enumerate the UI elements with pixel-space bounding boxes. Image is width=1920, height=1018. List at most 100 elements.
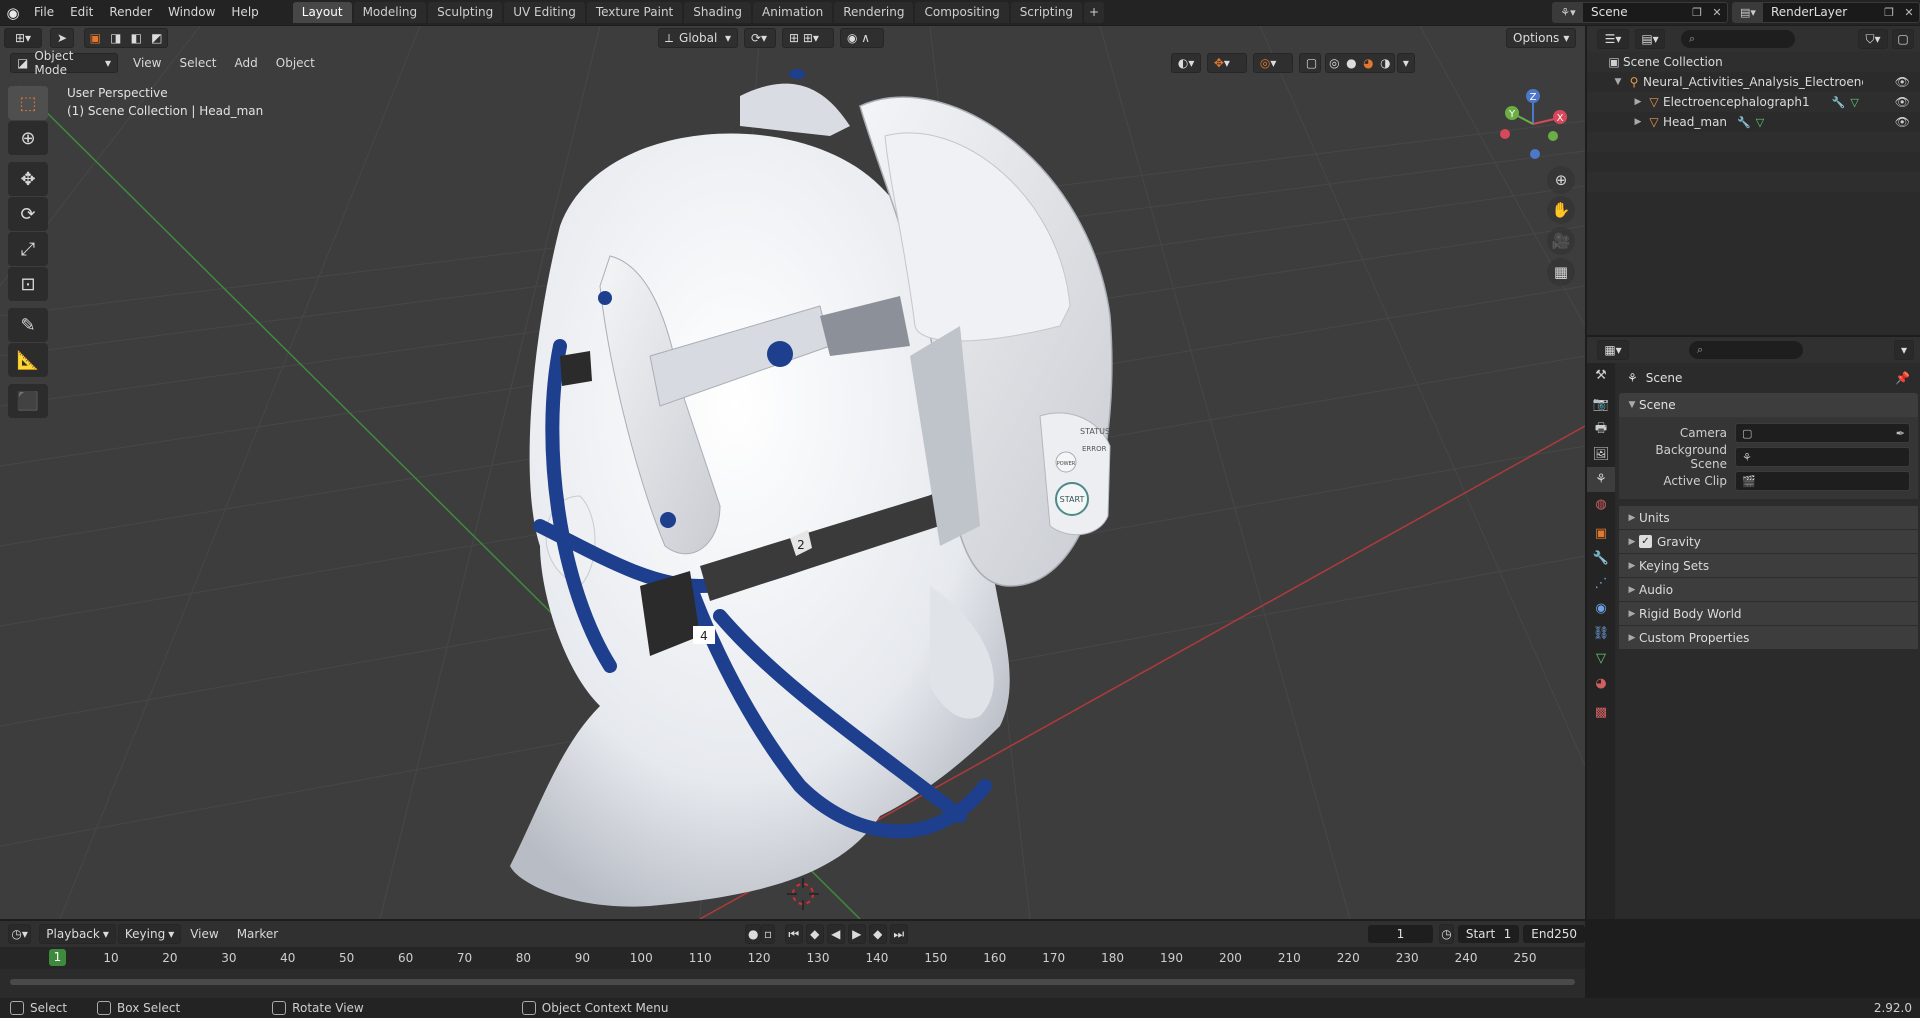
texture-tab-icon[interactable]: ▩ — [1587, 700, 1615, 725]
scene-selector[interactable]: ⚘▾ Scene ❐ ✕ — [1552, 2, 1728, 23]
tab-modeling[interactable]: Modeling — [353, 2, 427, 23]
camera-field[interactable]: ▢ ✒ — [1735, 423, 1910, 443]
gravity-checkbox[interactable]: ✓ — [1639, 535, 1652, 548]
outliner-row-electroencephalograph1[interactable]: ▶ ▽ Electroencephalograph1 🔧 ▽ 👁 — [1587, 92, 1920, 112]
filter-button[interactable]: ⛉▾ — [1858, 29, 1888, 49]
properties-editor-type[interactable]: ▦▾ — [1597, 340, 1629, 360]
navigation-gizmo[interactable]: Z X Y — [1498, 86, 1568, 160]
mesh-data-icon[interactable]: ▽ — [1756, 116, 1764, 129]
tab-animation[interactable]: Animation — [753, 2, 833, 23]
visibility-eye-icon[interactable]: 👁 — [1895, 115, 1910, 129]
pan-hand-icon[interactable]: ✋ — [1547, 196, 1575, 224]
cursor-tool-icon[interactable]: ⊕ — [8, 121, 48, 155]
jump-end-icon[interactable]: ⏭ — [889, 924, 908, 944]
solid-shading-icon[interactable]: ● — [1346, 56, 1356, 70]
snap-button[interactable]: ⊞ ⊞▾ — [782, 28, 834, 48]
end-frame-field[interactable]: End 250 — [1523, 925, 1585, 943]
modifier-wrench-icon[interactable]: 🔧 — [1832, 96, 1846, 109]
custom-properties-panel-header[interactable]: ▶ Custom Properties — [1619, 625, 1918, 649]
tab-texture-paint[interactable]: Texture Paint — [586, 2, 683, 23]
rendered-shading-icon[interactable]: ◑ — [1380, 56, 1390, 70]
tab-shading[interactable]: Shading — [684, 2, 751, 23]
keying-menu[interactable]: Keying ▾ — [117, 924, 182, 944]
tab-sculpting[interactable]: Sculpting — [428, 2, 503, 23]
tab-layout[interactable]: Layout — [292, 2, 352, 23]
view-layer-tab-icon[interactable]: 🖼 — [1587, 442, 1615, 467]
next-keyframe-icon[interactable]: ◆ — [868, 924, 887, 944]
3d-viewport[interactable]: 4 2 STATUS ERROR POWER START — [0, 26, 1585, 919]
transform-orientation-select[interactable]: ⟂ Global ▾ — [658, 28, 738, 48]
gravity-panel-header[interactable]: ▶ ✓ Gravity — [1619, 529, 1918, 553]
outliner-editor-type[interactable]: ☰▾ — [1597, 29, 1629, 49]
units-panel-header[interactable]: ▶ Units — [1619, 505, 1918, 529]
zoom-icon[interactable]: ⊕ — [1547, 166, 1575, 194]
menu-edit[interactable]: Edit — [62, 0, 101, 25]
audio-panel-header[interactable]: ▶ Audio — [1619, 577, 1918, 601]
select-new-icon[interactable]: ▣ — [90, 31, 101, 45]
render-tab-icon[interactable]: 📷 — [1587, 392, 1615, 417]
visibility-eye-icon[interactable]: 👁 — [1895, 95, 1910, 109]
current-frame-field[interactable]: 1 — [1367, 925, 1434, 943]
menu-window[interactable]: Window — [160, 0, 223, 25]
timeline-menu-marker[interactable]: Marker — [228, 923, 287, 945]
blender-logo-icon[interactable]: ◉ — [0, 0, 26, 25]
select-extend-icon[interactable]: ◨ — [110, 31, 121, 45]
particles-tab-icon[interactable]: ⋰ — [1587, 571, 1615, 596]
output-tab-icon[interactable]: 🖶 — [1587, 417, 1615, 442]
viewport-menu-add[interactable]: Add — [226, 52, 267, 74]
tab-compositing[interactable]: Compositing — [915, 2, 1009, 23]
properties-search-input[interactable]: ⌕ — [1689, 341, 1803, 359]
scene-tab-icon[interactable]: ⚘ — [1587, 467, 1615, 492]
play-reverse-icon[interactable]: ◀ — [826, 924, 845, 944]
background-scene-field[interactable]: ⚘ — [1735, 447, 1910, 467]
current-frame-cursor[interactable]: 1 — [49, 949, 66, 966]
viewport-menu-object[interactable]: Object — [267, 52, 324, 74]
menu-help[interactable]: Help — [223, 0, 266, 25]
jump-start-icon[interactable]: ⏮ — [784, 924, 803, 944]
timeline-editor-type[interactable]: ◷▾ — [8, 924, 32, 944]
outliner-search-input[interactable]: ⌕ — [1681, 30, 1795, 48]
copy-icon[interactable]: ❐ — [1879, 3, 1899, 22]
wireframe-shading-icon[interactable]: ◎ — [1329, 56, 1339, 70]
keying-sets-panel-header[interactable]: ▶ Keying Sets — [1619, 553, 1918, 577]
new-collection-button[interactable]: ▢ — [1892, 29, 1914, 49]
expand-triangle-icon[interactable]: ▶ — [1631, 97, 1645, 107]
timeline-menu-view[interactable]: View — [181, 923, 227, 945]
add-cube-tool-icon[interactable]: ⬛ — [8, 384, 48, 418]
record-button[interactable]: ● — [745, 924, 762, 944]
timeline-ruler[interactable]: 1 11020304050607080901001101201301401501… — [0, 947, 1585, 969]
outliner-display-mode[interactable]: ▤▾ — [1635, 29, 1665, 49]
world-tab-icon[interactable]: ◍ — [1587, 492, 1615, 517]
modifier-wrench-icon[interactable]: 🔧 — [1737, 116, 1751, 129]
modifier-tab-icon[interactable]: 🔧 — [1587, 546, 1615, 571]
scene-panel-header[interactable]: ▼ Scene — [1619, 393, 1918, 417]
timeline-scrollbar[interactable] — [10, 979, 1575, 985]
viewport-menu-select[interactable]: Select — [170, 52, 225, 74]
view-layer-selector[interactable]: ▤▾ RenderLayer ❐ ✕ — [1732, 2, 1920, 23]
data-tab-icon[interactable]: ▽ — [1587, 646, 1615, 671]
tab-uv-editing[interactable]: UV Editing — [504, 2, 585, 23]
select-mode-buttons[interactable]: ▣ ◨ ◧ ◩ — [84, 28, 168, 48]
menu-render[interactable]: Render — [101, 0, 160, 25]
camera-view-icon[interactable]: 🎥 — [1547, 227, 1575, 255]
prev-keyframe-icon[interactable]: ◆ — [805, 924, 824, 944]
copy-icon[interactable]: ❐ — [1687, 3, 1707, 22]
outliner-row-collection[interactable]: ▼ ⚲ Neural_Activities_Analysis_Electroen… — [1587, 72, 1920, 92]
mode-select[interactable]: ◪ Object Mode ▾ — [10, 49, 118, 77]
menu-file[interactable]: File — [26, 0, 62, 25]
rotate-tool-icon[interactable]: ⟳ — [8, 197, 48, 231]
start-frame-field[interactable]: Start 1 — [1457, 925, 1520, 943]
shading-options-button[interactable]: ▾ — [1396, 53, 1415, 73]
auto-key-options[interactable]: ▫ — [761, 924, 775, 944]
editor-type-button[interactable]: ⊞▾ — [4, 28, 42, 48]
visibility-button[interactable]: ◐▾ — [1170, 53, 1201, 73]
gizmo-toggle-button[interactable]: ✥ ▾ — [1206, 53, 1247, 73]
expand-triangle-icon[interactable]: ▶ — [1631, 117, 1645, 127]
tab-rendering[interactable]: Rendering — [834, 2, 914, 23]
add-workspace-button[interactable]: + — [1084, 2, 1105, 23]
timeline-track-area[interactable] — [0, 969, 1585, 993]
xray-button[interactable]: ▢ — [1298, 53, 1321, 73]
viewport-menu-view[interactable]: View — [124, 52, 170, 74]
pivot-point-button[interactable]: ⟳▾ — [744, 28, 776, 48]
preview-range-icon[interactable]: ◷ — [1439, 924, 1454, 944]
